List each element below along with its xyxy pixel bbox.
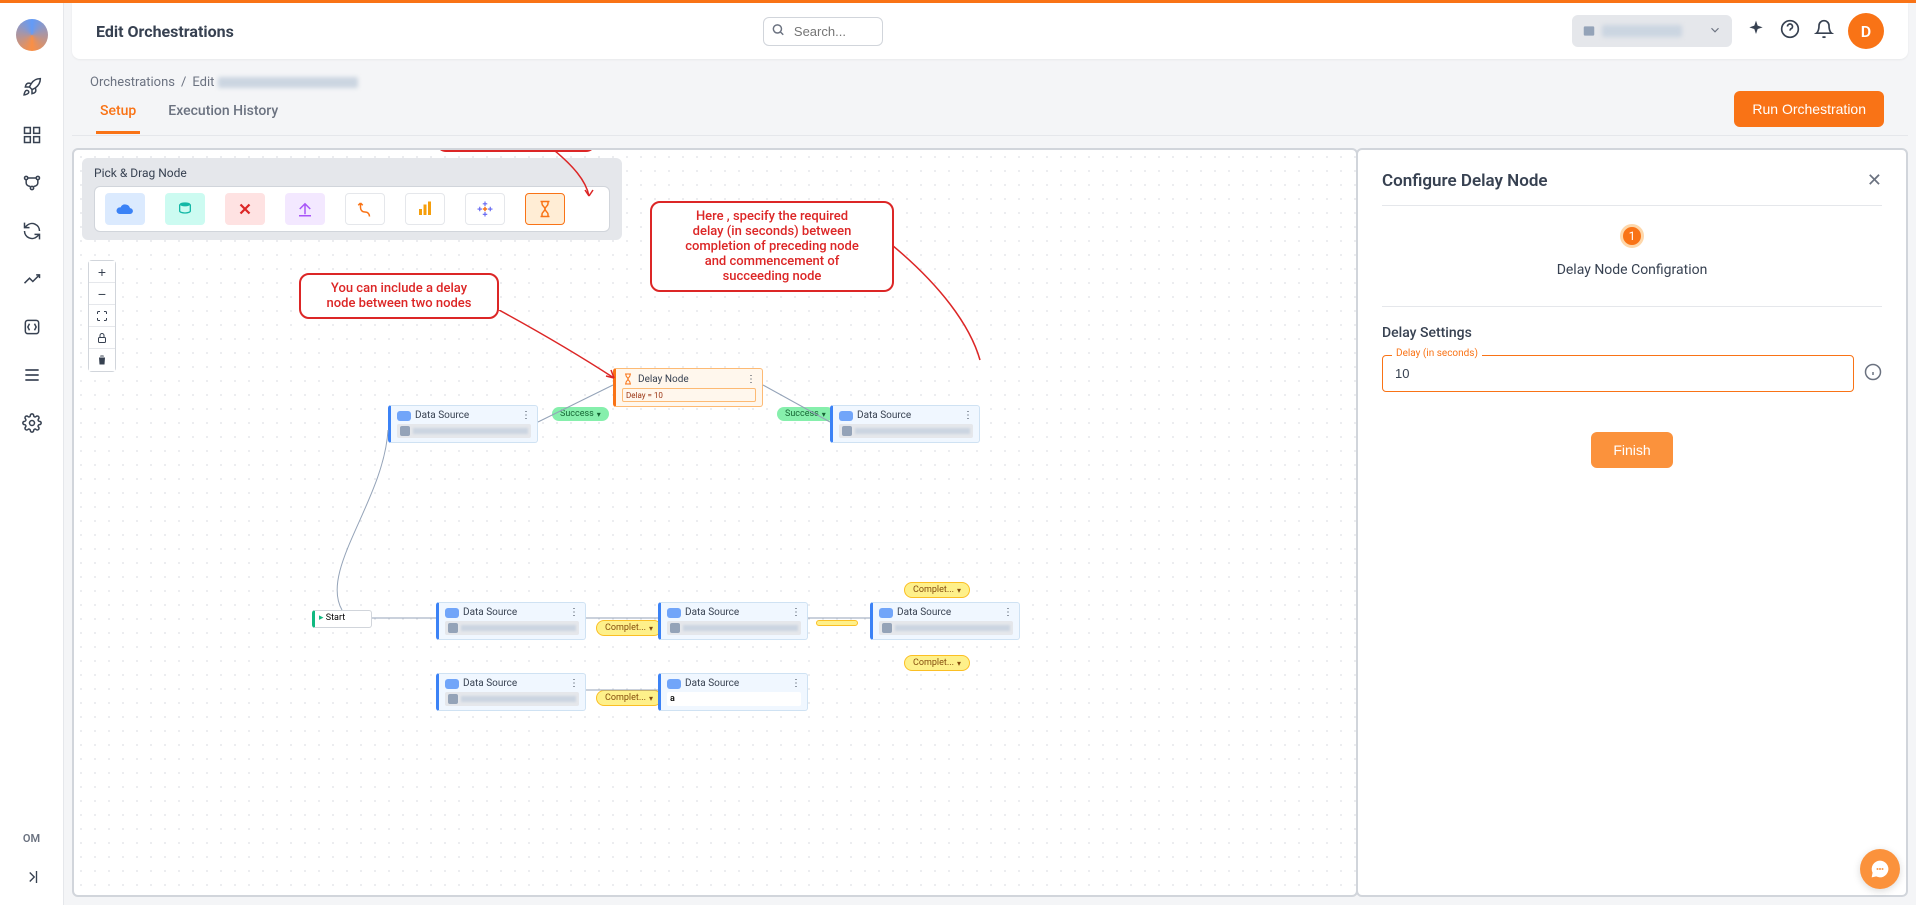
palette-item-upload[interactable] xyxy=(285,193,325,225)
sync-icon[interactable] xyxy=(20,315,44,339)
sparkle-icon[interactable] xyxy=(1746,19,1766,43)
node-menu-icon[interactable]: ⋮ xyxy=(569,607,579,618)
topbar: Edit Orchestrations xyxy=(72,3,1908,59)
palette-item-delay[interactable] xyxy=(525,193,565,225)
badge-success[interactable]: Success▾ xyxy=(552,407,609,421)
trend-icon[interactable] xyxy=(20,267,44,291)
zoom-controls: + − xyxy=(88,260,116,372)
config-panel: Configure Delay Node ✕ 1 Delay Node Conf… xyxy=(1356,148,1908,897)
panel-title: Configure Delay Node xyxy=(1382,171,1548,191)
delay-input[interactable] xyxy=(1382,355,1854,392)
node-menu-icon[interactable]: ⋮ xyxy=(963,410,973,421)
finish-button[interactable]: Finish xyxy=(1591,432,1672,468)
node-menu-icon[interactable]: ⋮ xyxy=(569,678,579,689)
node-menu-icon[interactable]: ⋮ xyxy=(1003,607,1013,618)
tab-setup[interactable]: Setup xyxy=(96,95,140,134)
palette-item-sql[interactable] xyxy=(165,193,205,225)
badge-completed[interactable]: Complet...▾ xyxy=(904,655,970,671)
lock-button[interactable] xyxy=(89,327,115,349)
node-data-source[interactable]: Data Source⋮ xyxy=(830,405,980,443)
node-data-source[interactable]: Data Source⋮ xyxy=(436,673,586,711)
node-data-source[interactable]: Data Source⋮ a xyxy=(658,673,808,711)
delete-button[interactable] xyxy=(89,349,115,371)
node-menu-icon[interactable]: ⋮ xyxy=(746,374,756,385)
fit-screen-button[interactable] xyxy=(89,305,115,327)
annotation-add-delay: Click here to adddelay node xyxy=(436,148,596,152)
badge-completed[interactable]: Complet...▾ xyxy=(596,690,662,706)
help-icon[interactable] xyxy=(1780,19,1800,43)
run-orchestration-button[interactable]: Run Orchestration xyxy=(1734,91,1884,127)
node-palette: Pick & Drag Node xyxy=(82,158,622,240)
breadcrumb-root[interactable]: Orchestrations xyxy=(90,75,175,90)
collapse-icon[interactable] xyxy=(20,865,44,889)
sidebar-om-label[interactable]: OM xyxy=(23,832,40,845)
step-label: Delay Node Configration xyxy=(1382,262,1882,278)
node-data-source[interactable]: Data Source⋮ xyxy=(436,602,586,640)
palette-item-powerbi[interactable] xyxy=(405,193,445,225)
badge-success[interactable]: Success▾ xyxy=(777,407,834,421)
palette-label: Pick & Drag Node xyxy=(94,166,610,180)
node-data-source[interactable]: Data Source⋮ xyxy=(388,405,538,443)
refresh-nodes-icon[interactable] xyxy=(20,219,44,243)
node-menu-icon[interactable]: ⋮ xyxy=(521,410,531,421)
zoom-in-button[interactable]: + xyxy=(89,261,115,283)
gear-icon[interactable] xyxy=(20,411,44,435)
canvas-area[interactable]: Pick & Drag Node + − xyxy=(72,148,1358,897)
breadcrumb: Orchestrations / Edit xyxy=(90,75,358,90)
annotation-include-delay: You can include a delaynode between two … xyxy=(299,273,499,319)
list-icon[interactable] xyxy=(20,363,44,387)
search-box xyxy=(763,17,883,46)
step-number: 1 xyxy=(1620,224,1644,248)
node-menu-icon[interactable]: ⋮ xyxy=(791,678,801,689)
tab-history[interactable]: Execution History xyxy=(164,95,282,134)
close-icon[interactable]: ✕ xyxy=(1867,170,1882,191)
palette-item-cloud[interactable] xyxy=(105,193,145,225)
avatar[interactable]: D xyxy=(1848,13,1884,49)
flow-icon[interactable] xyxy=(20,171,44,195)
bell-icon[interactable] xyxy=(1814,19,1834,43)
palette-item-tableau[interactable] xyxy=(465,193,505,225)
app-sidebar: OM xyxy=(0,3,64,905)
node-delay[interactable]: Delay Node⋮ Delay = 10 xyxy=(613,368,763,407)
grid-icon[interactable] xyxy=(20,123,44,147)
chevron-down-icon xyxy=(1708,22,1722,41)
palette-item-branch[interactable] xyxy=(345,193,385,225)
badge-completed[interactable]: Complet...▾ xyxy=(596,620,662,636)
org-selector[interactable] xyxy=(1572,15,1732,47)
palette-item-x[interactable] xyxy=(225,193,265,225)
breadcrumb-current: Edit xyxy=(192,75,357,90)
annotation-specify-delay: Here , specify the requireddelay (in sec… xyxy=(650,201,894,292)
info-icon[interactable] xyxy=(1864,363,1882,385)
badge-completed[interactable]: Complet...▾ xyxy=(904,582,970,598)
search-icon xyxy=(771,22,785,41)
zoom-out-button[interactable]: − xyxy=(89,283,115,305)
section-title: Delay Settings xyxy=(1382,325,1882,341)
chat-bubble-icon[interactable] xyxy=(1860,849,1900,889)
app-logo[interactable] xyxy=(16,19,48,51)
node-menu-icon[interactable]: ⋮ xyxy=(791,607,801,618)
node-start[interactable]: ▸ Start xyxy=(312,610,372,628)
node-data-source[interactable]: Data Source⋮ xyxy=(870,602,1020,640)
node-data-source[interactable]: Data Source⋮ xyxy=(658,602,808,640)
rocket-icon[interactable] xyxy=(20,75,44,99)
page-title: Edit Orchestrations xyxy=(96,22,234,41)
field-label: Delay (in seconds) xyxy=(1392,348,1482,359)
badge-completed[interactable] xyxy=(816,620,858,626)
